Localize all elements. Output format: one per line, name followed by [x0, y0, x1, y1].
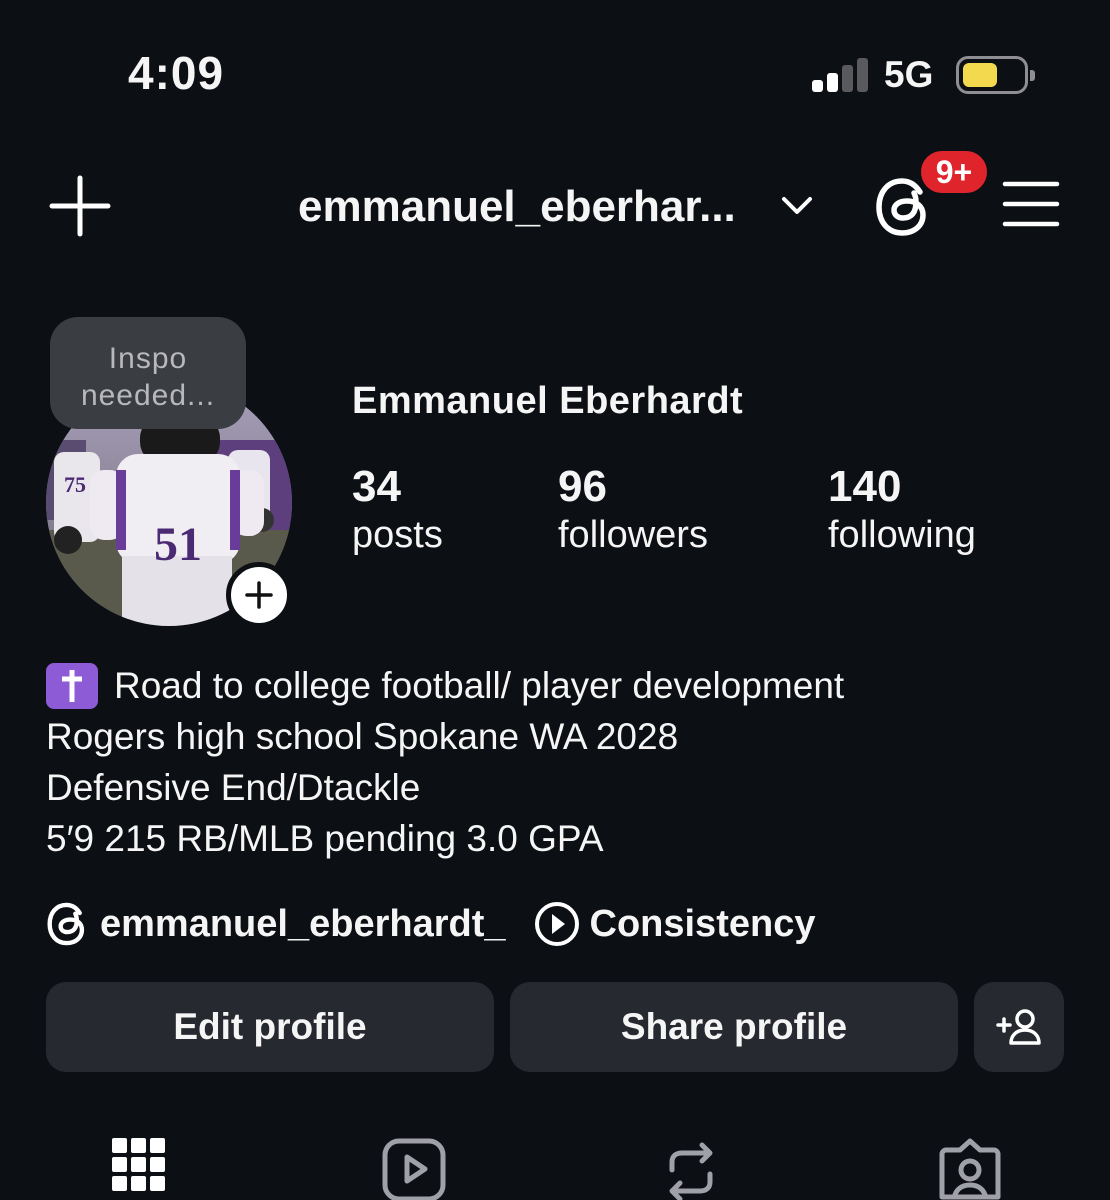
svg-text:51: 51: [154, 518, 202, 571]
bio-line: 5′9 215 RB/MLB pending 3.0 GPA: [46, 818, 604, 859]
threads-profile-link[interactable]: emmanuel_eberhardt_: [46, 901, 506, 947]
status-time: 4:09: [128, 47, 225, 99]
following-count: 140: [828, 462, 902, 511]
profile-note[interactable]: Inspo needed...: [50, 317, 246, 429]
battery-icon: [956, 56, 1035, 94]
threads-username: emmanuel_eberhardt_: [100, 902, 506, 945]
followers-stat[interactable]: 96 followers: [558, 462, 708, 557]
plus-icon[interactable]: [48, 174, 112, 243]
bio-line: Defensive End/Dtackle: [46, 767, 421, 808]
threads-icon: [47, 902, 85, 946]
profile-bio: Road to college football/ player develop…: [46, 660, 844, 864]
bio-text: Road to college football/ player develop…: [114, 665, 845, 706]
posts-label: posts: [352, 514, 443, 556]
share-profile-button[interactable]: Share profile: [510, 982, 958, 1072]
signal-strength-icon: [812, 58, 868, 92]
posts-count: 34: [352, 462, 401, 511]
bio-line: Rogers high school Spokane WA 2028: [46, 716, 679, 757]
profile-links: emmanuel_eberhardt_ Consistency: [46, 896, 815, 952]
followers-count: 96: [558, 462, 607, 511]
latin-cross-icon: [46, 662, 98, 709]
chevron-down-icon[interactable]: [780, 194, 814, 223]
edit-profile-button[interactable]: Edit profile: [46, 982, 494, 1072]
reels-icon[interactable]: [382, 1138, 446, 1200]
consistency-link[interactable]: Consistency: [534, 901, 816, 947]
display-name: Emmanuel Eberhardt: [352, 380, 744, 422]
plus-icon: [245, 581, 273, 609]
following-label: following: [828, 514, 976, 556]
svg-text:75: 75: [64, 472, 86, 497]
reposts-icon[interactable]: [664, 1138, 718, 1200]
following-stat[interactable]: 140 following: [828, 462, 976, 557]
hamburger-menu-icon[interactable]: [1002, 180, 1060, 233]
play-circle-icon: [534, 902, 579, 946]
consistency-label: Consistency: [589, 902, 816, 945]
account-username[interactable]: emmanuel_eberhar...: [298, 182, 736, 232]
tagged-icon[interactable]: [938, 1138, 1002, 1200]
discover-people-button[interactable]: [974, 982, 1064, 1072]
followers-label: followers: [558, 514, 708, 556]
network-type: 5G: [884, 54, 934, 95]
bio-line: Road to college football/ player develop…: [46, 660, 844, 711]
add-story-button[interactable]: [226, 562, 292, 628]
grid-icon[interactable]: [112, 1138, 166, 1200]
add-person-icon: [996, 1009, 1041, 1045]
posts-stat[interactable]: 34 posts: [352, 462, 443, 557]
notification-badge: 9+: [918, 148, 990, 196]
